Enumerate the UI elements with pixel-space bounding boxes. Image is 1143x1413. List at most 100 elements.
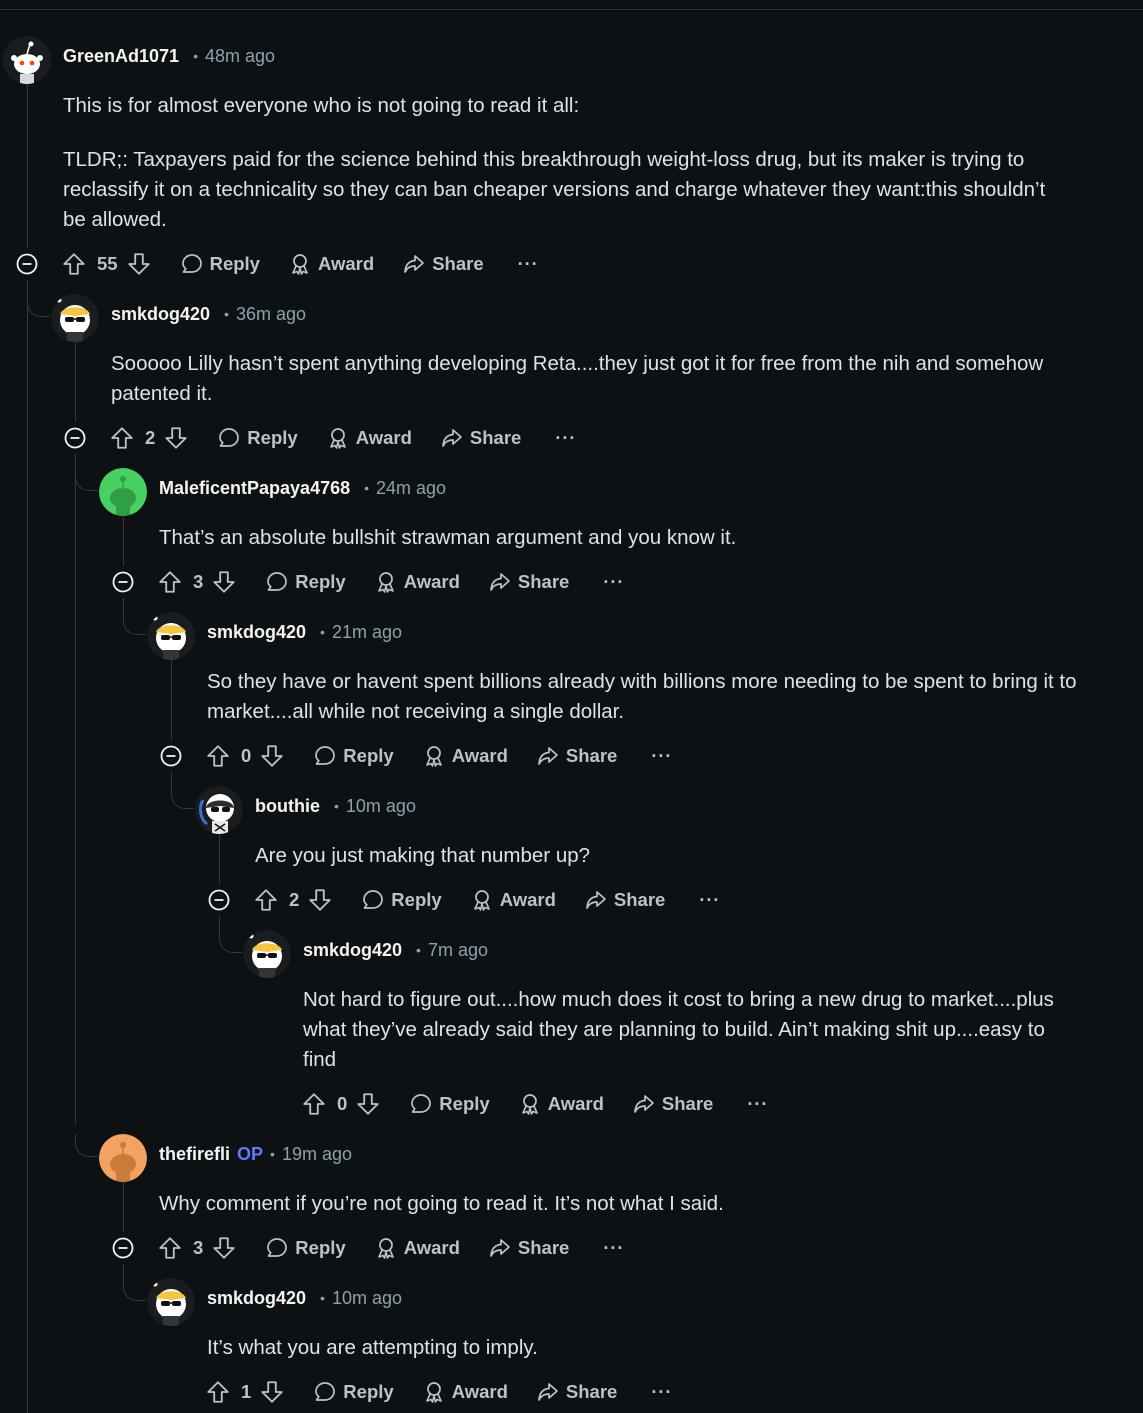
timestamp[interactable]: 10m ago	[332, 1288, 402, 1309]
share-button[interactable]: Share	[488, 1236, 569, 1260]
reply-button[interactable]: Reply	[265, 1236, 346, 1260]
more-options-button[interactable]: ···	[651, 746, 672, 767]
downvote-button[interactable]	[211, 569, 237, 595]
upvote-button[interactable]	[61, 251, 87, 277]
share-button[interactable]: Share	[584, 888, 665, 912]
reply-icon	[181, 254, 202, 273]
username[interactable]: smkdog420	[207, 622, 306, 643]
username[interactable]: MaleficentPapaya4768	[159, 478, 350, 499]
more-options-button[interactable]: ···	[603, 572, 624, 593]
timestamp[interactable]: 7m ago	[428, 940, 488, 961]
upvote-button[interactable]	[157, 569, 183, 595]
avatar[interactable]	[243, 930, 291, 978]
upvote-button[interactable]	[157, 1235, 183, 1261]
share-button[interactable]: Share	[536, 1380, 617, 1404]
upvote-button[interactable]	[205, 1379, 231, 1405]
more-options-button[interactable]: ···	[651, 1382, 672, 1403]
thread-connector	[171, 786, 194, 809]
award-button[interactable]: Award	[374, 570, 460, 594]
award-button[interactable]: Award	[422, 1380, 508, 1404]
avatar[interactable]	[99, 1134, 147, 1182]
thread-line	[123, 516, 124, 566]
downvote-button[interactable]	[259, 1379, 285, 1405]
comment-meta: MaleficentPapaya4768 • 24m ago	[159, 476, 446, 500]
collapse-icon[interactable]	[16, 253, 38, 275]
award-button[interactable]: Award	[288, 252, 374, 276]
award-button[interactable]: Award	[518, 1092, 604, 1116]
avatar[interactable]	[51, 294, 99, 342]
downvote-button[interactable]	[259, 743, 285, 769]
comment-meta: thefirefli OP • 19m ago	[159, 1142, 352, 1166]
downvote-button[interactable]	[355, 1091, 381, 1117]
more-options-button[interactable]: ···	[603, 1238, 624, 1259]
avatar[interactable]	[147, 1278, 195, 1326]
reply-button[interactable]: Reply	[265, 570, 346, 594]
timestamp[interactable]: 10m ago	[346, 796, 416, 817]
reply-icon	[219, 428, 240, 447]
timestamp[interactable]: 48m ago	[205, 46, 275, 67]
downvote-button[interactable]	[307, 887, 333, 913]
collapse-icon[interactable]	[160, 745, 182, 767]
reply-button[interactable]: Reply	[180, 252, 260, 276]
avatar[interactable]	[3, 36, 51, 84]
comment-meta: smkdog420 • 36m ago	[111, 302, 306, 326]
collapse-icon[interactable]	[112, 1237, 134, 1259]
reply-label: Reply	[295, 1237, 346, 1258]
username[interactable]: smkdog420	[303, 940, 402, 961]
more-options-button[interactable]: ···	[518, 254, 539, 275]
upvote-icon	[63, 253, 85, 275]
downvote-button[interactable]	[126, 251, 152, 277]
upvote-button[interactable]	[253, 887, 279, 913]
downvote-button[interactable]	[211, 1235, 237, 1261]
avatar[interactable]	[99, 468, 147, 516]
upvote-icon	[207, 1381, 229, 1403]
collapse-icon[interactable]	[64, 427, 86, 449]
separator-dot: •	[334, 798, 339, 814]
share-button[interactable]: Share	[632, 1092, 713, 1116]
username[interactable]: smkdog420	[111, 304, 210, 325]
reply-button[interactable]: Reply	[217, 426, 298, 450]
share-icon	[404, 255, 425, 273]
share-button[interactable]: Share	[402, 252, 484, 276]
avatar[interactable]	[195, 786, 243, 834]
award-button[interactable]: Award	[422, 744, 508, 768]
share-label: Share	[613, 889, 666, 910]
timestamp[interactable]: 21m ago	[332, 622, 402, 643]
share-label: Share	[661, 1093, 714, 1114]
timestamp[interactable]: 24m ago	[376, 478, 446, 499]
more-options-button[interactable]: ···	[747, 1094, 768, 1115]
username[interactable]: GreenAd1071	[63, 46, 179, 67]
avatar[interactable]	[147, 612, 195, 660]
comment-body: This is for almost everyone who is not g…	[63, 91, 1073, 235]
username[interactable]: bouthie	[255, 796, 320, 817]
award-button[interactable]: Award	[326, 426, 412, 450]
share-button[interactable]: Share	[536, 744, 617, 768]
collapse-icon[interactable]	[208, 889, 230, 911]
collapse-icon[interactable]	[112, 571, 134, 593]
award-icon	[425, 1382, 442, 1403]
downvote-button[interactable]	[163, 425, 189, 451]
share-button[interactable]: Share	[488, 570, 569, 594]
reply-button[interactable]: Reply	[409, 1092, 490, 1116]
upvote-button[interactable]	[109, 425, 135, 451]
snoo-avatar-icon	[147, 612, 195, 660]
reply-button[interactable]: Reply	[361, 888, 442, 912]
reply-button[interactable]: Reply	[313, 1380, 394, 1404]
share-button[interactable]: Share	[440, 426, 521, 450]
upvote-button[interactable]	[205, 743, 231, 769]
timestamp[interactable]: 36m ago	[236, 304, 306, 325]
vote-count: 2	[145, 427, 156, 448]
op-badge: OP	[237, 1143, 264, 1164]
share-label: Share	[469, 427, 522, 448]
username[interactable]: smkdog420	[207, 1288, 306, 1309]
more-options-button[interactable]: ···	[555, 428, 576, 449]
comment-thread: GreenAd1071 • 48m ago This is for almost…	[0, 0, 1143, 1413]
timestamp[interactable]: 19m ago	[282, 1144, 352, 1165]
reply-button[interactable]: Reply	[313, 744, 394, 768]
more-options-button[interactable]: ···	[699, 890, 720, 911]
upvote-button[interactable]	[301, 1091, 327, 1117]
downvote-icon	[213, 571, 235, 593]
username[interactable]: thefirefli	[159, 1144, 230, 1165]
award-button[interactable]: Award	[470, 888, 556, 912]
award-button[interactable]: Award	[374, 1236, 460, 1260]
